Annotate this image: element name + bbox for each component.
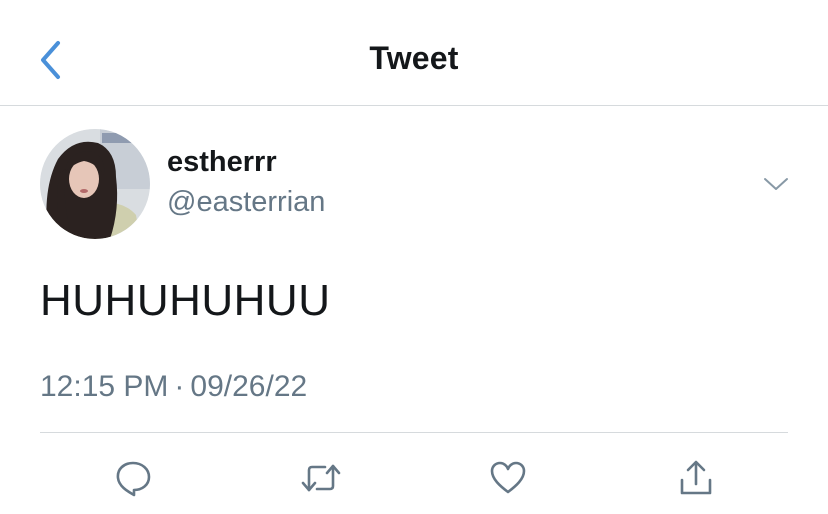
profile-photo [40, 129, 150, 239]
author-handle[interactable]: @easterrian [167, 186, 325, 219]
share-upload-icon [680, 460, 712, 495]
like-button[interactable] [485, 455, 531, 501]
tweet-time: 12:15 PM [40, 370, 169, 403]
tweet-timestamp: 12:15 PM · 09/26/22 [40, 370, 307, 404]
speech-bubble-icon [116, 461, 151, 497]
retweet-arrows-icon [301, 464, 341, 492]
heart-icon [490, 461, 526, 494]
divider [40, 432, 788, 433]
tweet-text: HUHUHUHUU [40, 276, 331, 325]
timestamp-separator: · [174, 370, 185, 403]
author-display-name[interactable]: estherrr [167, 146, 277, 179]
tweet-detail-screen: Tweet estherrr @easterrian HUHUHUHUU 12:… [0, 0, 828, 514]
share-button[interactable] [673, 455, 719, 501]
chevron-down-icon [764, 178, 788, 190]
tweet-date: 09/26/22 [190, 370, 308, 403]
retweet-button[interactable] [298, 455, 344, 501]
more-options-button[interactable] [760, 170, 792, 198]
reply-button[interactable] [110, 455, 156, 501]
nav-header: Tweet [0, 0, 828, 106]
avatar[interactable] [40, 129, 150, 239]
page-title: Tweet [369, 40, 459, 76]
